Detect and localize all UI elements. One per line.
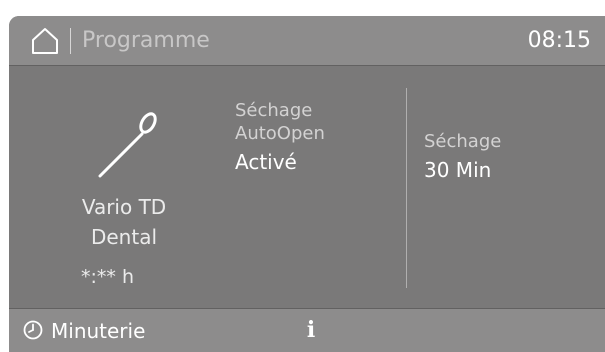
page-title: Programme bbox=[82, 28, 210, 53]
drying-autoopen-value[interactable]: Activé bbox=[235, 149, 297, 175]
drying-autoopen-label: Séchage bbox=[235, 100, 313, 121]
column-divider bbox=[406, 88, 407, 288]
program-category: Dental bbox=[90, 225, 158, 249]
drying-autoopen-sublabel: AutoOpen bbox=[235, 123, 325, 144]
clock-icon[interactable] bbox=[23, 320, 43, 340]
clock-time: 08:15 bbox=[527, 28, 591, 53]
program-details: Vario TD Dental *:** h Séchage AutoOpen … bbox=[9, 66, 605, 308]
dental-instrument-icon bbox=[98, 112, 157, 178]
program-name: Vario TD bbox=[81, 195, 167, 219]
info-icon[interactable]: i bbox=[303, 315, 319, 345]
display-screen: Programme 08:15 Vario TD Dental *:** h S… bbox=[9, 16, 605, 352]
appliance-display: Programme 08:15 Vario TD Dental *:** h S… bbox=[0, 0, 605, 352]
timer-button[interactable]: Minuterie bbox=[51, 318, 145, 344]
remaining-time: *:** h bbox=[81, 266, 134, 288]
home-icon[interactable] bbox=[31, 27, 59, 55]
drying-label: Séchage bbox=[424, 131, 502, 152]
header-separator bbox=[70, 28, 71, 54]
footer-bar: Minuterie i bbox=[9, 308, 605, 352]
drying-value[interactable]: 30 Min bbox=[424, 157, 491, 183]
header-bar: Programme 08:15 bbox=[9, 16, 605, 66]
